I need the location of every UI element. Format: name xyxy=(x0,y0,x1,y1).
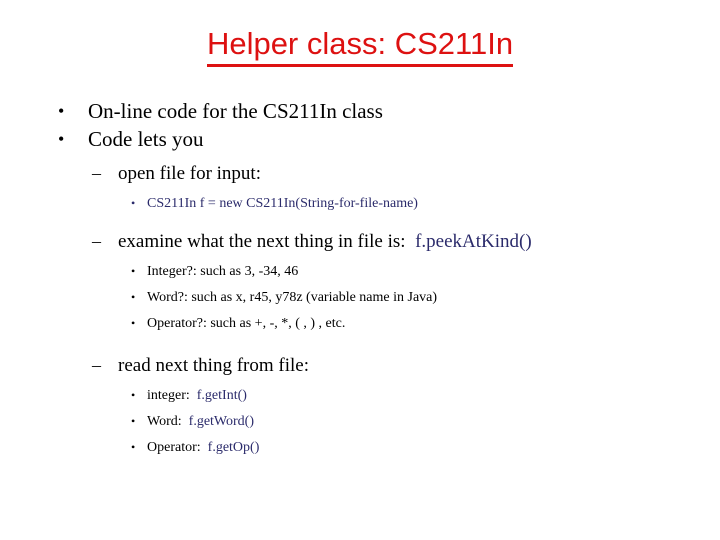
bullet-level3-get-op: • Operator: f.getOp() xyxy=(0,436,720,459)
bullet-level3-word-kind-text: Word?: such as x, r45, y78z (variable na… xyxy=(147,290,438,305)
bullet-level3-get-int: • integer: f.getInt() xyxy=(0,384,720,407)
code-peek-at-kind-text: f.peekAtKind() xyxy=(415,231,532,252)
slide: Helper class: CS211In • On-line code for… xyxy=(0,0,720,540)
bullet-level3-get-word-label: Word: xyxy=(147,414,182,429)
bullet-level2-examine-text: examine what the next thing in file is: xyxy=(118,231,406,252)
bullet-marker-level3-icon: • xyxy=(131,316,136,330)
bullet-marker-level1-icon: • xyxy=(58,101,65,121)
page-title: Helper class: CS211In xyxy=(206,26,514,67)
bullet-level2-open-file-text: open file for input: xyxy=(118,163,261,184)
bullet-marker-level2-icon: – xyxy=(92,231,101,251)
bullet-marker-level3-icon: • xyxy=(131,414,136,428)
bullet-level3-word-kind: • Word?: such as x, r45, y78z (variable … xyxy=(0,286,720,309)
code-get-op-text: f.getOp() xyxy=(207,440,260,455)
bullet-level2-open-file: – open file for input: xyxy=(0,161,720,186)
bullet-marker-level3-icon: • xyxy=(131,196,136,210)
bullet-level2-read-next-text: read next thing from file: xyxy=(118,355,309,376)
bullet-marker-level2-icon: – xyxy=(92,163,101,183)
code-constructor-text: CS211In f = new CS211In(String-for-file-… xyxy=(147,196,418,211)
slide-body: • On-line code for the CS211In class • C… xyxy=(0,98,720,459)
bullet-level1-code-lets-you-text: Code lets you xyxy=(88,127,204,151)
bullet-marker-level3-icon: • xyxy=(131,388,136,402)
bullet-level2-examine: – examine what the next thing in file is… xyxy=(0,229,720,254)
bullet-level3-get-word: • Word: f.getWord() xyxy=(0,410,720,433)
bullet-marker-level2-icon: – xyxy=(92,355,101,375)
code-get-int-text: f.getInt() xyxy=(196,388,247,403)
bullet-level3-get-int-label: integer: xyxy=(147,388,190,403)
title-container: Helper class: CS211In xyxy=(0,26,720,67)
bullet-level3-constructor: • CS211In f = new CS211In(String-for-fil… xyxy=(0,192,720,215)
bullet-level2-read-next: – read next thing from file: xyxy=(0,353,720,378)
bullet-level3-operator-kind-text: Operator?: such as +, -, *, ( , ) , etc. xyxy=(147,316,346,331)
bullet-level1-code-lets-you: • Code lets you xyxy=(0,126,720,153)
bullet-level3-operator-kind: • Operator?: such as +, -, *, ( , ) , et… xyxy=(0,312,720,335)
bullet-marker-level3-icon: • xyxy=(131,264,136,278)
bullet-level3-get-op-label: Operator: xyxy=(147,440,201,455)
bullet-level1-online-code-text: On-line code for the CS211In class xyxy=(88,99,383,123)
code-get-word-text: f.getWord() xyxy=(188,414,255,429)
bullet-level3-integer-kind-text: Integer?: such as 3, -34, 46 xyxy=(147,264,299,279)
bullet-marker-level1-icon: • xyxy=(58,129,65,149)
bullet-level1-online-code: • On-line code for the CS211In class xyxy=(0,98,720,125)
bullet-marker-level3-icon: • xyxy=(131,290,136,304)
bullet-marker-level3-icon: • xyxy=(131,440,136,454)
bullet-level3-integer-kind: • Integer?: such as 3, -34, 46 xyxy=(0,260,720,283)
